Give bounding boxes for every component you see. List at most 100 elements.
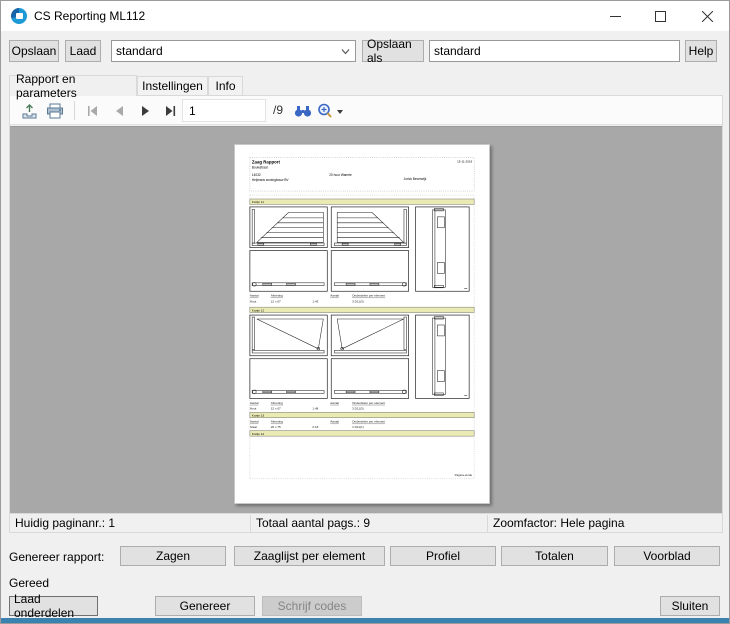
report-subtitle: Bouwstraat — [252, 166, 268, 170]
help-button[interactable]: Help — [685, 40, 717, 62]
window-bottom-border — [1, 618, 729, 623]
zoom-icon — [318, 103, 343, 118]
minimize-button[interactable] — [593, 1, 638, 31]
print-button[interactable] — [46, 102, 64, 120]
section-bar-label: Kozijn 12 — [252, 308, 265, 312]
previous-page-button[interactable] — [110, 102, 128, 120]
svg-text:Onderdelen per element: Onderdelen per element — [352, 420, 385, 424]
svg-text:1:48: 1:48 — [312, 407, 318, 411]
close-icon — [701, 10, 713, 22]
voorblad-button-label: Voorblad — [643, 549, 691, 563]
svg-text:Onderdelen per element: Onderdelen per element — [352, 401, 385, 405]
zaaglijst-per-element-button[interactable]: Zaaglijst per element — [234, 546, 385, 566]
status-message: Gereed — [9, 576, 50, 590]
section-bar-label: Kozijn 13 — [252, 413, 265, 417]
find-button[interactable] — [294, 102, 312, 120]
summary-table-2: Aantal Afmeting Aantal Onderdelen per el… — [250, 401, 385, 411]
previous-page-icon — [115, 106, 123, 116]
profiel-button[interactable]: Profiel — [390, 546, 496, 566]
genereer-button[interactable]: Genereer — [155, 596, 255, 616]
tab-label: Instellingen — [142, 79, 203, 93]
report-order-no: 14032 — [252, 173, 261, 177]
binoculars-icon — [294, 106, 312, 117]
laad-onderdelen-label: Laad onderdelen — [14, 592, 75, 620]
report-customer: Heijmans woningbouw BV — [252, 178, 290, 182]
last-page-icon — [166, 106, 176, 116]
next-page-icon — [141, 106, 149, 116]
svg-text:Hout: Hout — [250, 300, 257, 304]
svg-text:12 x 67: 12 x 67 — [271, 407, 281, 411]
page-end-label: Pagina-einde — [455, 473, 473, 477]
report-panel: /9 — [9, 95, 723, 533]
svg-text:Aantal: Aantal — [250, 401, 259, 405]
element-drawing-block-1 — [249, 206, 470, 292]
toolbar-separator — [74, 101, 75, 120]
help-button-label: Help — [688, 44, 714, 58]
status-zoom-factor: Zoomfactor: Hele pagina — [493, 516, 625, 530]
svg-text:3 D11(3): 3 D11(3) — [352, 300, 364, 304]
report-page: Zaag Rapport 15-11-2019 Bouwstraat 14032… — [234, 144, 490, 504]
svg-text:2:18: 2:18 — [312, 425, 318, 429]
section-bar-label: Kozijn 14 — [252, 432, 265, 436]
app-icon — [11, 8, 27, 24]
minimize-icon — [610, 15, 621, 17]
profile-name-input[interactable] — [429, 40, 680, 62]
sluiten-button[interactable]: Sluiten — [660, 596, 720, 616]
save-as-button[interactable]: Opslaan als — [362, 37, 424, 65]
next-page-button[interactable] — [136, 102, 154, 120]
export-button[interactable] — [20, 102, 38, 120]
profiel-button-label: Profiel — [425, 549, 460, 563]
app-window: CS Reporting ML112 Opslaan Laad standard… — [0, 0, 730, 624]
last-page-button[interactable] — [162, 102, 180, 120]
svg-text:12 x 67: 12 x 67 — [271, 300, 281, 304]
svg-text:Aantal: Aantal — [330, 401, 339, 405]
schrijf-codes-label: Schrijf codes — [277, 599, 347, 613]
svg-text:Staal: Staal — [250, 425, 257, 429]
section-bar-1: Kozijn 11 — [249, 198, 475, 205]
page-number-input[interactable] — [182, 99, 266, 122]
summary-table-1: Aantal Afmeting Aantal Onderdelen per el… — [250, 294, 385, 304]
laad-onderdelen-button[interactable]: Laad onderdelen — [9, 592, 98, 620]
report-page-canvas: Zaag Rapport 15-11-2019 Bouwstraat 14032… — [249, 157, 475, 479]
preview-statusbar: Huidig paginanr.: 1 Totaal aantal pags.:… — [10, 513, 722, 532]
section-bar-label: Kozijn 11 — [252, 200, 264, 204]
profile-combobox-value: standard — [116, 44, 163, 58]
schrijf-codes-button: Schrijf codes — [262, 596, 362, 616]
svg-text:3 D11(3): 3 D11(3) — [352, 407, 364, 411]
maximize-icon — [655, 10, 666, 22]
svg-text:Onderdelen per element: Onderdelen per element — [352, 294, 385, 298]
summary-table-3: Aantal Afmeting Aantal Onderdelen per el… — [250, 420, 385, 429]
close-button[interactable] — [683, 1, 729, 31]
maximize-button[interactable] — [638, 1, 683, 31]
voorblad-button[interactable]: Voorblad — [614, 546, 720, 566]
svg-text:Afmeting: Afmeting — [271, 294, 283, 298]
chevron-down-icon — [341, 49, 350, 55]
first-page-button[interactable] — [84, 102, 102, 120]
save-button[interactable]: Opslaan — [9, 40, 59, 62]
svg-text:Aantal: Aantal — [250, 420, 259, 424]
element-drawing-block-2 — [249, 314, 470, 399]
profile-combobox[interactable]: standard — [111, 40, 356, 62]
svg-text:Hout: Hout — [250, 407, 257, 411]
tab-info[interactable]: Info — [208, 76, 243, 95]
save-as-button-label: Opslaan als — [367, 37, 412, 65]
load-button-label: Laad — [69, 44, 97, 58]
window-title: CS Reporting ML112 — [34, 9, 146, 23]
tab-label: Rapport en parameters — [16, 72, 77, 100]
tab-instellingen[interactable]: Instellingen — [137, 76, 208, 95]
status-total-pages: Totaal aantal pags.: 9 — [256, 516, 371, 530]
export-icon — [22, 104, 36, 119]
svg-text:Afmeting: Afmeting — [271, 420, 283, 424]
zagen-button[interactable]: Zagen — [120, 546, 226, 566]
preview-pane: Zaag Rapport 15-11-2019 Bouwstraat 14032… — [10, 126, 722, 514]
load-button[interactable]: Laad — [65, 40, 101, 62]
svg-text:1:43: 1:43 — [312, 300, 318, 304]
generate-report-label: Genereer rapport: — [9, 550, 105, 564]
status-current-page: Huidig paginanr.: 1 — [15, 516, 116, 530]
save-button-label: Opslaan — [11, 44, 57, 58]
zoom-button[interactable] — [316, 102, 346, 120]
totalen-button[interactable]: Totalen — [501, 546, 608, 566]
page-header: Zaag Rapport 15-11-2019 Bouwstraat 14032… — [249, 157, 475, 192]
svg-text:Aantal: Aantal — [330, 294, 339, 298]
tab-rapport-en-parameters[interactable]: Rapport en parameters — [9, 72, 137, 100]
